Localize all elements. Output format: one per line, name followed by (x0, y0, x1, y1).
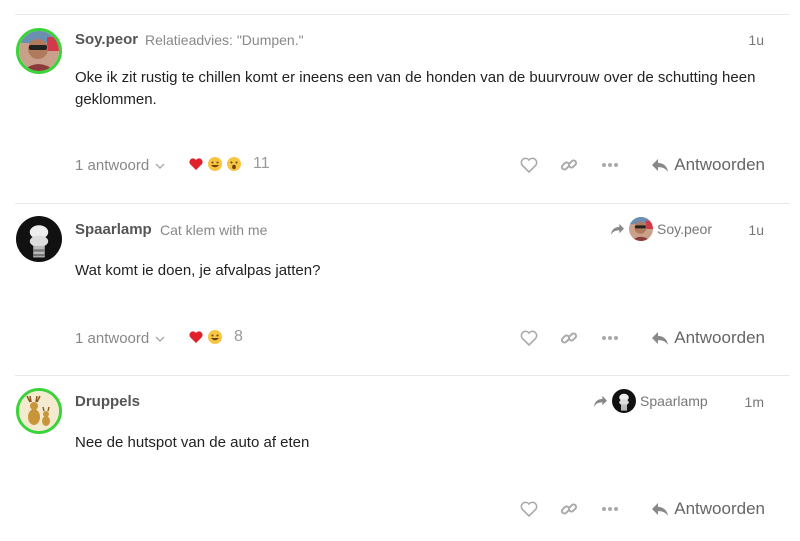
avatar-photo-icon (19, 31, 59, 71)
share-arrow-icon (594, 395, 607, 407)
post-actions: 1 antwoord 11 Antwoorden (15, 151, 790, 181)
grin-reaction-icon (208, 157, 222, 171)
reply-to-avatar (612, 389, 636, 413)
replies-count: 1 antwoord (75, 330, 150, 347)
reaction-count: 8 (234, 328, 243, 345)
post-actions: 1 antwoord 8 Antwoorden (15, 324, 790, 354)
avatar[interactable] (16, 388, 62, 434)
post-1: Soy.peor Relatieadvies: "Dumpen." 1u Oke… (15, 15, 790, 202)
link-icon[interactable] (559, 155, 579, 175)
reaction-count: 11 (253, 155, 270, 172)
username[interactable]: Druppels (75, 393, 140, 410)
reply-to-avatar (629, 217, 653, 241)
avatar[interactable] (16, 28, 62, 74)
heart-icon[interactable] (519, 328, 539, 348)
reply-label: Antwoorden (674, 499, 765, 518)
reply-to[interactable]: Spaarlamp (593, 389, 708, 413)
reply-label: Antwoorden (674, 328, 765, 347)
heart-reaction-icon (189, 158, 203, 170)
link-icon[interactable] (559, 499, 579, 519)
post-time[interactable]: 1u (748, 222, 764, 238)
avatar-animals-icon (19, 391, 59, 431)
reply-button[interactable]: Antwoorden (651, 495, 765, 523)
avatar-lamp-icon (16, 216, 62, 262)
heart-icon[interactable] (519, 155, 539, 175)
username[interactable]: Soy.peor (75, 31, 138, 48)
reply-label: Antwoorden (674, 155, 765, 174)
post-time[interactable]: 1m (745, 394, 764, 410)
user-title: Cat klem with me (160, 222, 268, 238)
share-arrow-icon (611, 223, 624, 235)
reply-to-username: Soy.peor (657, 221, 712, 237)
reply-arrow-icon (652, 159, 669, 172)
heart-reaction-icon (189, 331, 203, 343)
replies-count: 1 antwoord (75, 157, 150, 174)
post-3: Druppels Spaarlamp 1m Nee de hutspot van… (15, 375, 790, 541)
reply-to-username: Spaarlamp (640, 393, 708, 409)
username[interactable]: Spaarlamp (75, 221, 152, 238)
heart-icon[interactable] (519, 499, 539, 519)
grin-reaction-icon (208, 330, 222, 344)
reactions[interactable]: 8 (188, 328, 243, 346)
replies-toggle[interactable]: 1 antwoord (75, 157, 165, 174)
more-icon[interactable] (600, 155, 620, 175)
reply-to[interactable]: Soy.peor (610, 217, 712, 241)
post-time[interactable]: 1u (748, 32, 764, 48)
more-icon[interactable] (600, 499, 620, 519)
post-2: Spaarlamp Cat klem with me Soy.peor 1u W… (15, 203, 790, 375)
avatar[interactable] (16, 216, 62, 262)
post-body: Nee de hutspot van de auto af eten (75, 434, 310, 451)
post-body: Wat komt ie doen, je afvalpas jatten? (75, 262, 321, 279)
post-actions: Antwoorden (15, 495, 790, 525)
surprised-reaction-icon (227, 157, 241, 171)
chevron-down-icon (155, 163, 165, 169)
more-icon[interactable] (600, 328, 620, 348)
replies-toggle[interactable]: 1 antwoord (75, 330, 165, 347)
post-body: Oke ik zit rustig te chillen komt er ine… (75, 69, 756, 108)
chevron-down-icon (155, 336, 165, 342)
link-icon[interactable] (559, 328, 579, 348)
reply-button[interactable]: Antwoorden (651, 151, 765, 179)
reply-arrow-icon (652, 503, 669, 516)
user-title: Relatieadvies: "Dumpen." (145, 32, 304, 48)
reactions[interactable]: 11 (188, 155, 270, 173)
reply-arrow-icon (652, 332, 669, 345)
reply-button[interactable]: Antwoorden (651, 324, 765, 352)
